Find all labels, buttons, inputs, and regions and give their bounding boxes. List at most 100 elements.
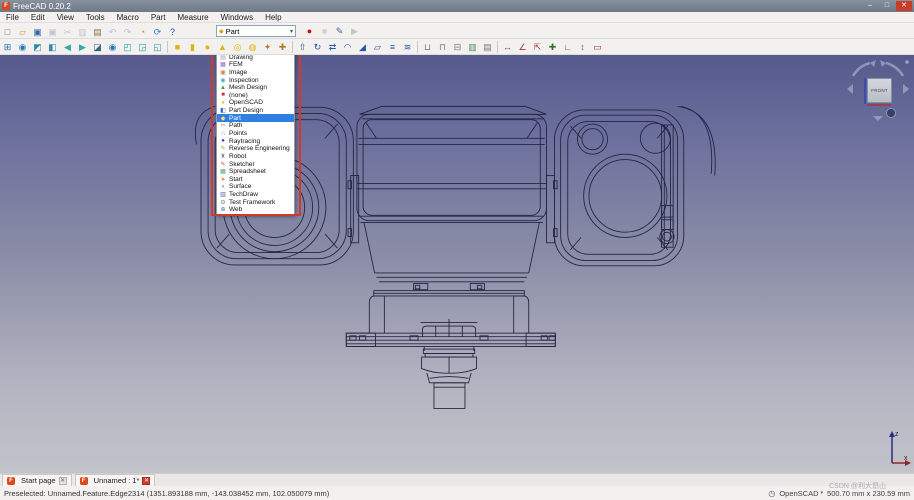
- workbench-dropdown-item[interactable]: ▦ Spreadsheet: [217, 168, 294, 176]
- workbench-dropdown-item[interactable]: ◆ Part: [217, 114, 294, 122]
- tab-close-icon[interactable]: ✕: [59, 477, 67, 485]
- measure-delta-icon[interactable]: ▭▾: [590, 40, 605, 54]
- workbench-item-icon: ◧: [219, 107, 227, 114]
- nav-back-icon[interactable]: ◀▾: [60, 40, 75, 54]
- view-cube-1-icon[interactable]: ◰▾: [120, 40, 135, 54]
- workbench-dropdown-item[interactable]: ▥ TechDraw: [217, 191, 294, 199]
- extrude-icon[interactable]: ⇧▾: [295, 40, 310, 54]
- new-document-icon[interactable]: □▾: [0, 25, 15, 39]
- chevron-down-icon: ▾: [821, 490, 824, 496]
- tab-start-page[interactable]: F Start page ✕: [2, 474, 72, 486]
- tab-unnamed-document[interactable]: F Unnamed : 1* ✕: [75, 474, 156, 486]
- save-icon[interactable]: ▣▾: [30, 25, 45, 39]
- measure-clear-icon[interactable]: ✚▾: [545, 40, 560, 54]
- macro-stop-icon[interactable]: ■: [317, 24, 332, 38]
- ruled-surface-icon[interactable]: ▱▾: [370, 40, 385, 54]
- workbench-dropdown-item[interactable]: ◉ Inspection: [217, 76, 294, 84]
- measure-refresh-icon[interactable]: ⇱▾: [530, 40, 545, 54]
- fit-selection-icon[interactable]: ◉▾: [15, 40, 30, 54]
- measure-angular-icon[interactable]: ∠▾: [515, 40, 530, 54]
- menu-item[interactable]: Help: [259, 12, 287, 23]
- view-cube-2-icon[interactable]: ◲▾: [135, 40, 150, 54]
- redo-icon[interactable]: ↷▾: [120, 25, 135, 39]
- refresh-icon[interactable]: ⟳▾: [150, 25, 165, 39]
- shape-builder-icon[interactable]: ✚▾: [275, 40, 290, 54]
- tab-start-page-label: Start page: [21, 476, 56, 485]
- part-box-icon[interactable]: ■▾: [170, 40, 185, 54]
- workbench-selector[interactable]: ◆ Part ▾: [216, 25, 296, 37]
- edit-mode-icon[interactable]: ◔▾: [135, 25, 150, 39]
- axonometric-view-icon[interactable]: ◩▾: [30, 40, 45, 54]
- macro-play-icon[interactable]: ▶: [347, 24, 362, 38]
- workbench-dropdown-item[interactable]: ▣ Image: [217, 69, 294, 77]
- freecad-window: F FreeCAD 0.20.2 – □ ✕ FileEditViewTools…: [0, 0, 914, 500]
- macro-edit-icon[interactable]: ✎: [332, 24, 347, 38]
- workbench-dropdown-item[interactable]: ● OpenSCAD: [217, 99, 294, 107]
- nav-forward-icon[interactable]: ▶▾: [75, 40, 90, 54]
- fit-all-icon[interactable]: ⊞▾: [0, 40, 15, 54]
- open-document-icon[interactable]: ▱▾: [15, 25, 30, 39]
- section-icon[interactable]: ▥▾: [465, 40, 480, 54]
- chamfer-icon[interactable]: ◢▾: [355, 40, 370, 54]
- measure-toggle-3d-icon[interactable]: ↕▾: [575, 40, 590, 54]
- workbench-dropdown-item[interactable]: ◧ Part Design: [217, 107, 294, 115]
- macro-record-icon[interactable]: ●: [302, 24, 317, 38]
- mirror-icon[interactable]: ⇄▾: [325, 40, 340, 54]
- loft-icon[interactable]: ≡▾: [385, 40, 400, 54]
- boolean-cut-icon[interactable]: ⊓▾: [435, 40, 450, 54]
- part-sphere-icon[interactable]: ●▾: [200, 40, 215, 54]
- menu-item[interactable]: Windows: [215, 12, 259, 23]
- workbench-dropdown-item[interactable]: ■ (none): [217, 91, 294, 99]
- workbench-item-icon: ■: [219, 92, 227, 98]
- part-tube-icon[interactable]: ◍▾: [245, 40, 260, 54]
- navcube-front-face[interactable]: FRONT: [867, 78, 892, 103]
- workbench-dropdown-item[interactable]: ➤ Start: [217, 176, 294, 184]
- whats-this-icon[interactable]: ?▾: [165, 25, 180, 39]
- navigation-cube[interactable]: FRONT: [845, 58, 911, 122]
- measure-linear-icon[interactable]: ↔▾: [500, 40, 515, 54]
- boolean-common-icon[interactable]: ⊟▾: [450, 40, 465, 54]
- workbench-dropdown-item[interactable]: ∴ Points: [217, 130, 294, 138]
- fillet-icon[interactable]: ◠▾: [340, 40, 355, 54]
- wireframe-model[interactable]: [0, 55, 914, 473]
- workbench-dropdown-item[interactable]: ✎ Sketcher: [217, 160, 294, 168]
- tab-unnamed-label: Unnamed : 1*: [94, 476, 140, 485]
- workbench-dropdown-item[interactable]: ♜ Robot: [217, 153, 294, 161]
- navigation-style-selector[interactable]: OpenSCAD ▾: [779, 489, 823, 498]
- draw-style-icon[interactable]: ◪▾: [90, 40, 105, 54]
- workbench-item-label: Part: [229, 115, 241, 122]
- boolean-union-icon[interactable]: ⊔▾: [420, 40, 435, 54]
- measure-toggle-icon[interactable]: ∟▾: [560, 40, 575, 54]
- workbench-item-label: Reverse Engineering: [229, 145, 290, 152]
- workbench-dropdown-item[interactable]: ✂ Path: [217, 122, 294, 130]
- workbench-dropdown-item[interactable]: ⊕ Web: [217, 206, 294, 214]
- front-view-icon[interactable]: ◧▾: [45, 40, 60, 54]
- workbench-item-icon: ◉: [219, 77, 227, 84]
- status-bar: Preselected: Unnamed.Feature.Edge2314 (1…: [0, 486, 914, 500]
- zoom-icon[interactable]: ◉▾: [105, 40, 120, 54]
- cross-section-icon[interactable]: ▤▾: [480, 40, 495, 54]
- workbench-dropdown-item[interactable]: ◗ Surface: [217, 183, 294, 191]
- part-cone-icon[interactable]: ▲▾: [215, 40, 230, 54]
- viewport-3d[interactable]: FRONT z x ⌂ Arch ✎ Draft: [0, 55, 914, 473]
- part-torus-icon[interactable]: ◎▾: [230, 40, 245, 54]
- undo-icon[interactable]: ↶▾: [105, 25, 120, 39]
- workbench-dropdown-item[interactable]: ⚙ Test Framework: [217, 198, 294, 206]
- save-as-icon[interactable]: ▣▾: [45, 25, 60, 39]
- revolve-icon[interactable]: ↻▾: [310, 40, 325, 54]
- sweep-icon[interactable]: ≋▾: [400, 40, 415, 54]
- tab-close-icon-highlighted[interactable]: ✕: [142, 477, 150, 485]
- copy-icon[interactable]: ▥▾: [75, 25, 90, 39]
- workbench-dropdown-item[interactable]: ● Raytracing: [217, 137, 294, 145]
- workbench-dropdown-item[interactable]: ✎ Reverse Engineering: [217, 145, 294, 153]
- cut-icon[interactable]: ✂▾: [60, 25, 75, 39]
- close-button[interactable]: ✕: [896, 1, 912, 11]
- part-cylinder-icon[interactable]: ▮▾: [185, 40, 200, 54]
- minimize-button[interactable]: –: [862, 1, 878, 11]
- workbench-dropdown-item[interactable]: ▲ Mesh Design: [217, 84, 294, 92]
- maximize-button[interactable]: □: [879, 1, 895, 11]
- paste-icon[interactable]: ▤▾: [90, 25, 105, 39]
- part-primitives-icon[interactable]: ✦▾: [260, 40, 275, 54]
- view-cube-3-icon[interactable]: ◱▾: [150, 40, 165, 54]
- workbench-dropdown-item[interactable]: ▦ FEM: [217, 61, 294, 69]
